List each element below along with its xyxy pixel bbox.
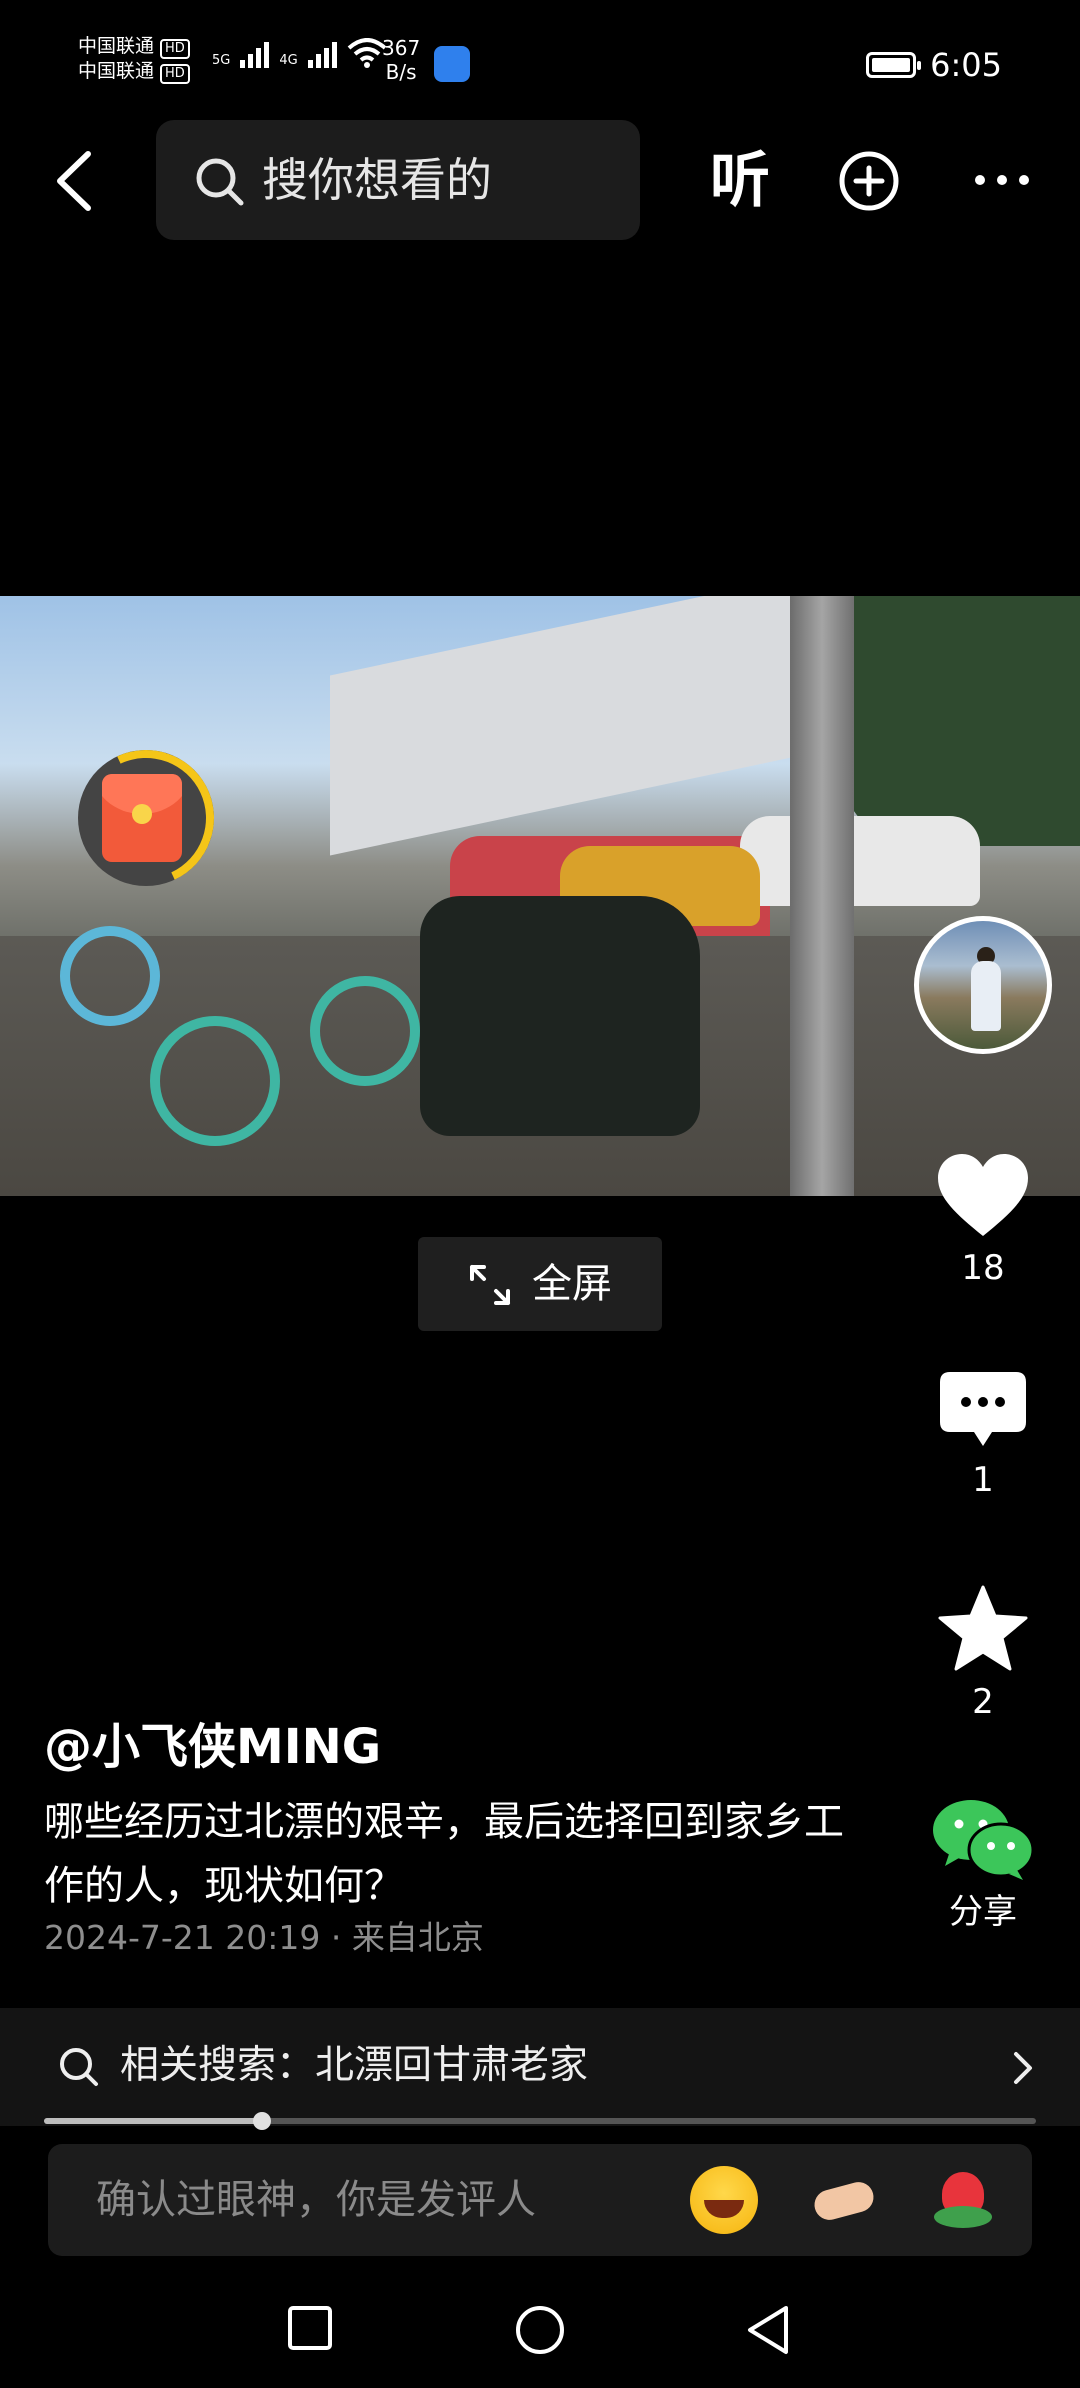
net-speed-unit: B/s — [385, 60, 417, 84]
avatar[interactable] — [914, 916, 1052, 1054]
video-scene-bike — [150, 1016, 280, 1146]
wifi-icon — [347, 38, 387, 68]
video-scene-car — [740, 816, 980, 906]
fullscreen-label: 全屏 — [532, 1261, 612, 1307]
search-input[interactable]: 搜你想看的 — [156, 120, 640, 240]
app-store-icon — [434, 46, 470, 82]
favorite-action[interactable]: 2 — [914, 1584, 1052, 1722]
search-placeholder: 搜你想看的 — [262, 153, 492, 207]
search-icon — [196, 158, 244, 206]
avatar-figure — [971, 961, 1001, 1031]
comment-bubble-icon[interactable] — [938, 1370, 1028, 1450]
hd-badge: HD — [160, 64, 190, 84]
home-circle-icon[interactable] — [514, 2304, 566, 2356]
star-icon[interactable] — [937, 1584, 1029, 1672]
comment-placeholder: 确认过眼神，你是发评人 — [96, 2177, 536, 2223]
system-nav-bar — [0, 2290, 1080, 2370]
sim1-network: 5G — [212, 53, 231, 68]
heart-icon[interactable] — [936, 1152, 1030, 1238]
progress-fill — [44, 2118, 263, 2124]
comment-action[interactable]: 1 — [914, 1370, 1052, 1500]
progress-handle[interactable] — [253, 2112, 272, 2130]
status-right: 6:05 — [866, 46, 1002, 84]
video-scene-scooter — [420, 896, 700, 1136]
signal-icons: 5G 4G — [212, 38, 387, 68]
red-packet-icon — [102, 774, 182, 862]
like-action[interactable]: 18 — [914, 1152, 1052, 1288]
status-carriers: 中国联通 HD 中国联通 HD — [78, 34, 190, 84]
carrier-2: 中国联通 — [78, 60, 155, 82]
video-progress-bar[interactable] — [44, 2112, 1036, 2130]
favorite-count: 2 — [972, 1682, 994, 1722]
back-arrow-icon[interactable] — [48, 148, 108, 214]
clock: 6:05 — [930, 46, 1002, 84]
plus-circle-icon[interactable] — [838, 150, 900, 212]
back-triangle-icon[interactable] — [744, 2304, 792, 2356]
comment-count: 1 — [972, 1460, 994, 1500]
signal-bars-icon — [307, 38, 337, 68]
related-search-text: 相关搜索：北漂回甘肃老家 — [120, 2043, 589, 2088]
share-action[interactable]: 分享 — [914, 1798, 1052, 1932]
author-name[interactable]: @小飞侠MING — [44, 1718, 381, 1776]
handshake-emoji-icon[interactable] — [810, 2166, 878, 2234]
hd-badge: HD — [160, 39, 190, 59]
timer-ring — [78, 750, 214, 886]
related-search-bar[interactable]: 相关搜索：北漂回甘肃老家 — [0, 2008, 1080, 2126]
more-dots-icon[interactable] — [972, 172, 1032, 188]
listen-button[interactable]: 听 — [710, 145, 770, 217]
expand-icon — [470, 1265, 510, 1305]
red-packet-timer[interactable] — [78, 750, 214, 886]
signal-bars-icon — [240, 38, 270, 68]
post-meta: 2024-7-21 20:19 · 来自北京 — [44, 1918, 484, 1957]
post-description: 哪些经历过北漂的艰辛，最后选择回到家乡工作的人，现状如何？ — [44, 1799, 844, 1909]
like-count: 18 — [961, 1248, 1005, 1288]
network-speed: 367 B/s — [382, 36, 420, 84]
search-icon — [60, 2048, 98, 2086]
rose-emoji-icon[interactable] — [928, 2166, 996, 2234]
video-scene-bike — [310, 976, 420, 1086]
video-scene-pole — [790, 596, 854, 1196]
wechat-icon[interactable] — [931, 1798, 1035, 1882]
fullscreen-button[interactable]: 全屏 — [418, 1237, 662, 1331]
share-label: 分享 — [949, 1892, 1017, 1932]
net-speed-value: 367 — [382, 36, 421, 60]
sim2-network: 4G — [279, 53, 298, 68]
chevron-right-icon — [1014, 2052, 1032, 2084]
video-player[interactable] — [0, 596, 1080, 1196]
laugh-emoji-icon[interactable] — [690, 2166, 758, 2234]
carrier-1: 中国联通 — [78, 35, 155, 57]
video-scene-bike — [60, 926, 160, 1026]
battery-icon — [866, 52, 922, 78]
recents-square-icon[interactable] — [286, 2304, 334, 2352]
video-scene-trees — [840, 596, 1080, 846]
comment-input[interactable]: 确认过眼神，你是发评人 — [48, 2144, 1032, 2256]
